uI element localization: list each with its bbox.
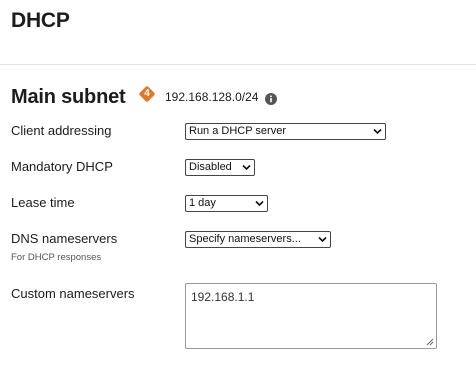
chevron-down-icon — [373, 128, 382, 135]
dns-nameservers-hint: For DHCP responses — [11, 252, 102, 263]
resize-handle-icon[interactable] — [426, 338, 434, 346]
section-title: Main subnet — [11, 86, 126, 108]
custom-nameservers-label: Custom nameservers — [11, 286, 135, 301]
dns-nameservers-label: DNS nameservers — [11, 231, 118, 246]
mandatory-dhcp-value: Disabled — [189, 161, 232, 173]
custom-nameservers-textarea[interactable]: 192.168.1.1 — [185, 283, 437, 349]
chevron-down-icon — [318, 236, 327, 243]
client-addressing-value: Run a DHCP server — [189, 125, 286, 137]
section-badge: 4 — [138, 85, 156, 103]
mandatory-dhcp-select[interactable]: Disabled — [185, 159, 255, 176]
info-circle-icon[interactable] — [265, 92, 277, 105]
lease-time-select[interactable]: 1 day — [185, 195, 268, 212]
chevron-down-icon — [242, 164, 251, 171]
custom-nameservers-value: 192.168.1.1 — [191, 290, 255, 304]
dns-nameservers-select[interactable]: Specify nameservers... — [185, 231, 331, 248]
client-addressing-label: Client addressing — [11, 123, 112, 138]
chevron-down-icon — [255, 200, 264, 207]
subnet-value: 192.168.128.0/24 — [165, 90, 259, 104]
badge-count: 4 — [144, 88, 150, 99]
header-divider — [0, 64, 476, 65]
dns-nameservers-value: Specify nameservers... — [189, 233, 301, 245]
mandatory-dhcp-label: Mandatory DHCP — [11, 159, 113, 174]
client-addressing-select[interactable]: Run a DHCP server — [185, 123, 386, 140]
page-title: DHCP — [11, 9, 70, 32]
lease-time-value: 1 day — [189, 197, 216, 209]
lease-time-label: Lease time — [11, 195, 75, 210]
